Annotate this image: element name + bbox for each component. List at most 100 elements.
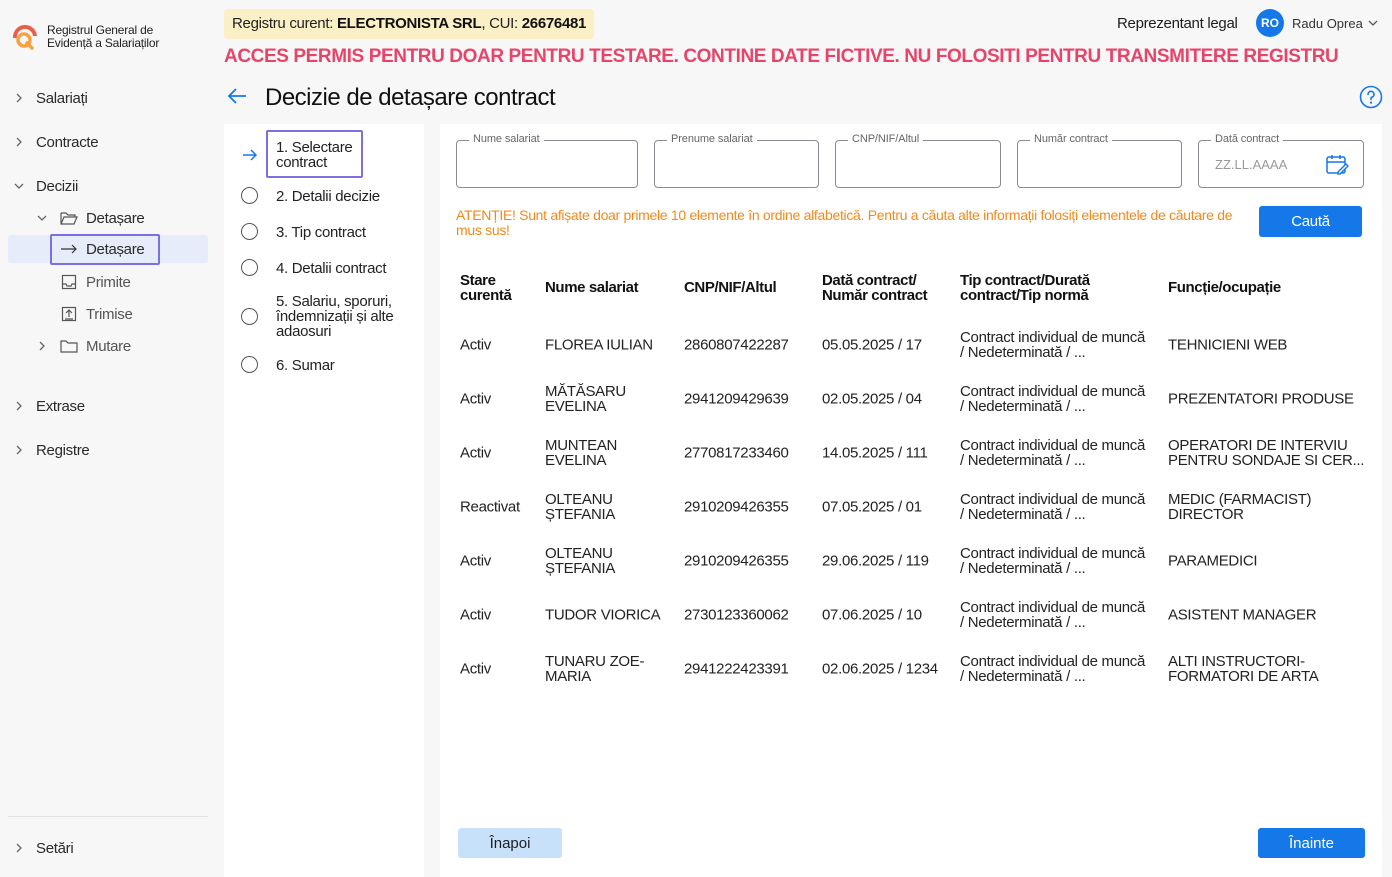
avatar[interactable]: RO bbox=[1256, 9, 1284, 37]
col-header-cnp[interactable]: CNP/NIF/Altul bbox=[684, 280, 777, 295]
cell-tip: Contract individual de muncă / Nedetermi… bbox=[960, 491, 1146, 523]
sidebar-item-extrase[interactable]: Extrase bbox=[0, 392, 208, 420]
back-button[interactable]: Înapoi bbox=[458, 828, 562, 858]
cnp-field[interactable]: CNP/NIF/Altul bbox=[835, 133, 1001, 188]
col-header-tip[interactable]: Tip contract/Durată contract/Tip normă bbox=[960, 273, 1120, 303]
cell-data: 07.06.2025 / 10 bbox=[822, 606, 922, 624]
cell-tip: Contract individual de muncă / Nedetermi… bbox=[960, 329, 1146, 361]
prenume-salariat-field[interactable]: Prenume salariat bbox=[654, 133, 819, 188]
cell-stare: Activ bbox=[460, 552, 492, 570]
step-2[interactable]: 2. Detalii decizie bbox=[224, 187, 424, 205]
cell-cnp: 2941209429639 bbox=[684, 390, 789, 408]
sidebar-item-decizii[interactable]: Decizii bbox=[0, 172, 208, 200]
step-label: 4. Detalii contract bbox=[276, 260, 387, 277]
col-header-stare[interactable]: Stare curentă bbox=[460, 273, 530, 303]
field-label: Număr contract bbox=[1030, 133, 1112, 145]
step-6[interactable]: 6. Sumar bbox=[224, 356, 424, 374]
sidebar-item-salariati[interactable]: Salariați bbox=[0, 84, 208, 112]
step-4[interactable]: 4. Detalii contract bbox=[224, 259, 424, 277]
cell-functie: ASISTENT MANAGER bbox=[1168, 606, 1317, 624]
step-label: 2. Detalii decizie bbox=[276, 188, 380, 205]
cell-cnp: 2910209426355 bbox=[684, 552, 789, 570]
sidebar-item-label: Trimise bbox=[86, 305, 133, 323]
sidebar-item-label: Registre bbox=[36, 441, 90, 459]
sidebar-item-detasare-group[interactable]: Detașare bbox=[0, 204, 208, 232]
sidebar-item-label: Salariați bbox=[36, 89, 88, 107]
cell-functie: ALTI INSTRUCTORI-FORMATORI DE ARTA bbox=[1168, 653, 1319, 685]
next-button[interactable]: Înainte bbox=[1258, 828, 1365, 858]
cell-stare: Activ bbox=[460, 660, 492, 678]
chevron-down-icon bbox=[14, 181, 24, 191]
table-row[interactable]: Activ OLTEANU ȘTEFANIA 2910209426355 29.… bbox=[440, 534, 1382, 588]
calendar-icon[interactable] bbox=[1325, 153, 1349, 177]
nume-salariat-field[interactable]: Nume salariat bbox=[456, 133, 638, 188]
chevron-right-icon bbox=[14, 401, 24, 411]
cell-nume: MUNTEAN EVELINA bbox=[545, 437, 618, 469]
field-label: Dată contract bbox=[1211, 133, 1284, 145]
sidebar-divider bbox=[8, 816, 208, 817]
table-row[interactable]: Activ MĂTĂSARU EVELINA 2941209429639 02.… bbox=[440, 372, 1382, 426]
cell-stare: Activ bbox=[460, 390, 492, 408]
cui-prefix: , CUI: bbox=[481, 15, 522, 32]
main-panel: Nume salariat Prenume salariat CNP/NIF/A… bbox=[440, 124, 1382, 877]
cell-nume: OLTEANU ȘTEFANIA bbox=[545, 491, 616, 523]
folder-open-icon bbox=[60, 210, 78, 226]
cell-nume: OLTEANU ȘTEFANIA bbox=[545, 545, 616, 577]
sidebar-item-primite[interactable]: Primite bbox=[0, 268, 208, 296]
page-title: Decizie de detașare contract bbox=[265, 84, 556, 111]
col-header-functie[interactable]: Funcție/ocupație bbox=[1168, 280, 1281, 295]
radio-icon bbox=[241, 187, 258, 204]
sidebar-item-label: Extrase bbox=[36, 397, 85, 415]
cell-nume: TUNARU ZOE-MARIA bbox=[545, 653, 645, 685]
step-3[interactable]: 3. Tip contract bbox=[224, 223, 424, 241]
col-header-nume[interactable]: Nume salariat bbox=[545, 280, 639, 295]
table-row[interactable]: Activ TUNARU ZOE-MARIA 2941222423391 02.… bbox=[440, 642, 1382, 696]
search-button[interactable]: Caută bbox=[1259, 206, 1362, 237]
sidebar-item-mutare[interactable]: Mutare bbox=[0, 332, 208, 360]
sidebar-item-trimise[interactable]: Trimise bbox=[0, 300, 208, 328]
chevron-right-icon bbox=[14, 137, 24, 147]
date-placeholder: ZZ.LL.AAAA bbox=[1215, 157, 1288, 172]
chevron-right-icon bbox=[14, 445, 24, 455]
cell-tip: Contract individual de muncă / Nedetermi… bbox=[960, 437, 1146, 469]
radio-icon bbox=[241, 308, 258, 325]
chevron-down-icon[interactable] bbox=[1367, 18, 1379, 28]
field-label: Nume salariat bbox=[469, 133, 544, 145]
step-1[interactable]: 1. Selectare contract bbox=[224, 138, 424, 170]
wizard-steps: 1. Selectare contract 2. Detalii decizie… bbox=[224, 124, 424, 877]
app-logo[interactable]: Registrul General de Evidență a Salariaț… bbox=[11, 24, 159, 50]
table-row[interactable]: Activ FLOREA IULIAN 2860807422287 05.05.… bbox=[440, 318, 1382, 372]
outbox-icon bbox=[60, 306, 78, 322]
sidebar-item-label: Primite bbox=[86, 273, 131, 291]
sidebar-item-registre[interactable]: Registre bbox=[0, 436, 208, 464]
cell-functie: PREZENTATORI PRODUSE bbox=[1168, 390, 1354, 408]
chevron-right-icon bbox=[14, 843, 24, 853]
cell-cnp: 2860807422287 bbox=[684, 336, 789, 354]
logo-icon bbox=[11, 24, 39, 50]
table-row[interactable]: Activ TUDOR VIORICA 2730123360062 07.06.… bbox=[440, 588, 1382, 642]
numar-contract-field[interactable]: Număr contract bbox=[1017, 133, 1182, 188]
step-5[interactable]: 5. Salariu, sporuri, îndemnizații și alt… bbox=[224, 294, 424, 340]
sidebar-item-contracte[interactable]: Contracte bbox=[0, 128, 208, 156]
col-header-data[interactable]: Dată contract/ Număr contract bbox=[822, 273, 942, 303]
sidebar-item-label: Decizii bbox=[36, 177, 79, 195]
data-contract-field[interactable]: Dată contract ZZ.LL.AAAA bbox=[1198, 133, 1364, 188]
sidebar-item-label: Setări bbox=[36, 839, 74, 857]
radio-icon bbox=[241, 259, 258, 276]
cell-nume: FLOREA IULIAN bbox=[545, 336, 653, 354]
table-row[interactable]: Reactivat OLTEANU ȘTEFANIA 2910209426355… bbox=[440, 480, 1382, 534]
cell-functie: TEHNICIENI WEB bbox=[1168, 336, 1288, 354]
user-name[interactable]: Radu Oprea bbox=[1292, 16, 1363, 31]
cui-value: 26676481 bbox=[521, 15, 587, 32]
cell-functie: MEDIC (FARMACIST) DIRECTOR bbox=[1168, 491, 1312, 523]
back-arrow-icon[interactable] bbox=[226, 86, 248, 106]
cell-data: 02.06.2025 / 1234 bbox=[822, 660, 938, 678]
sidebar-item-label: Contracte bbox=[36, 133, 99, 151]
table-row[interactable]: Activ MUNTEAN EVELINA 2770817233460 14.0… bbox=[440, 426, 1382, 480]
cell-data: 05.05.2025 / 17 bbox=[822, 336, 922, 354]
help-icon[interactable] bbox=[1359, 85, 1383, 109]
sidebar-item-setari[interactable]: Setări bbox=[0, 834, 208, 862]
cell-data: 02.05.2025 / 04 bbox=[822, 390, 922, 408]
chevron-right-icon bbox=[14, 93, 24, 103]
cell-tip: Contract individual de muncă / Nedetermi… bbox=[960, 599, 1146, 631]
